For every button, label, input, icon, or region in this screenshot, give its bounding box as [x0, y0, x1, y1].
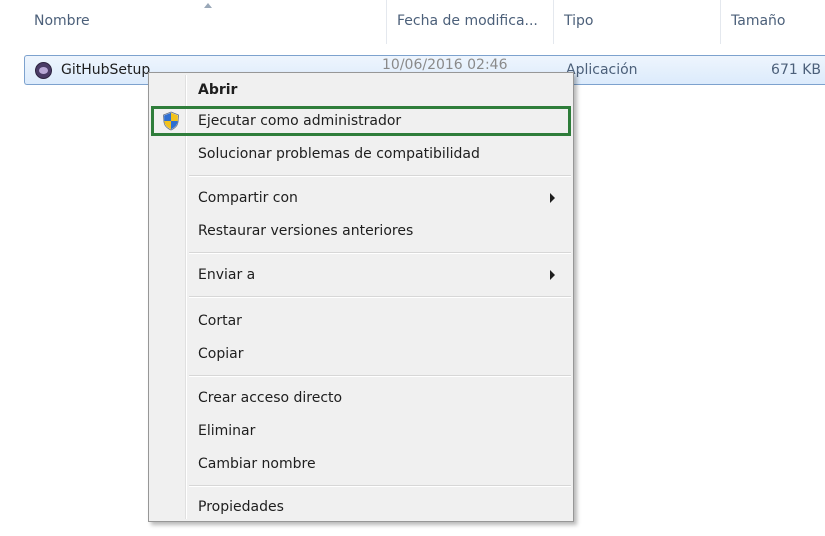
column-size[interactable]: Tamaño [731, 0, 785, 44]
menu-item-ejecutar-como-administrador[interactable]: Ejecutar como administrador [151, 106, 571, 136]
menu-item-label: Propiedades [198, 499, 284, 515]
column-divider[interactable] [553, 0, 554, 44]
file-type: Aplicación [566, 62, 638, 78]
column-type-label: Tipo [564, 13, 594, 29]
menu-item-label: Cambiar nombre [198, 456, 316, 472]
column-date-label: Fecha de modifica... [397, 13, 538, 29]
menu-separator [189, 296, 571, 298]
menu-item-cortar[interactable]: Cortar [151, 306, 571, 336]
menu-separator [189, 175, 571, 177]
menu-item-copiar[interactable]: Copiar [151, 339, 571, 369]
column-date[interactable]: Fecha de modifica... [397, 0, 538, 44]
column-header: Nombre Fecha de modifica... Tipo Tamaño [0, 0, 825, 44]
menu-item-label: Enviar a [198, 267, 256, 283]
menu-item-enviar-a[interactable]: Enviar a [151, 260, 571, 290]
menu-item-label: Ejecutar como administrador [198, 113, 402, 129]
submenu-arrow-icon [550, 270, 555, 280]
column-size-label: Tamaño [731, 13, 786, 29]
menu-item-abrir[interactable]: Abrir [151, 75, 571, 105]
menu-separator [189, 375, 571, 377]
sort-ascending-icon [204, 3, 212, 8]
menu-item-label: Abrir [198, 82, 238, 98]
menu-item-label: Crear acceso directo [198, 390, 343, 406]
menu-item-label: Compartir con [198, 190, 298, 206]
menu-separator [189, 252, 571, 254]
uac-shield-icon [163, 111, 179, 131]
column-name-label: Nombre [34, 13, 90, 29]
menu-item-label: Eliminar [198, 423, 256, 439]
menu-item-crear-acceso-directo[interactable]: Crear acceso directo [151, 383, 571, 413]
menu-item-compartir-con[interactable]: Compartir con [151, 183, 571, 213]
menu-item-label: Cortar [198, 313, 242, 329]
menu-item-solucionar-problemas[interactable]: Solucionar problemas de compatibilidad [151, 139, 571, 169]
menu-item-propiedades[interactable]: Propiedades [151, 492, 571, 522]
menu-item-cambiar-nombre[interactable]: Cambiar nombre [151, 449, 571, 479]
menu-separator [189, 485, 571, 487]
context-menu: Abrir Ejecutar como administrador Soluci… [148, 72, 574, 522]
column-name[interactable]: Nombre [34, 0, 90, 44]
column-divider[interactable] [720, 0, 721, 44]
column-divider[interactable] [386, 0, 387, 44]
file-name: GitHubSetup [61, 62, 151, 78]
submenu-arrow-icon [550, 193, 555, 203]
menu-item-label: Solucionar problemas de compatibilidad [198, 146, 480, 162]
menu-item-eliminar[interactable]: Eliminar [151, 416, 571, 446]
file-size: 671 KB [771, 62, 821, 78]
menu-item-label: Copiar [198, 346, 244, 362]
menu-item-restaurar-versiones[interactable]: Restaurar versiones anteriores [151, 216, 571, 246]
column-type[interactable]: Tipo [564, 0, 593, 44]
github-setup-icon [35, 62, 52, 79]
menu-item-label: Restaurar versiones anteriores [198, 223, 414, 239]
